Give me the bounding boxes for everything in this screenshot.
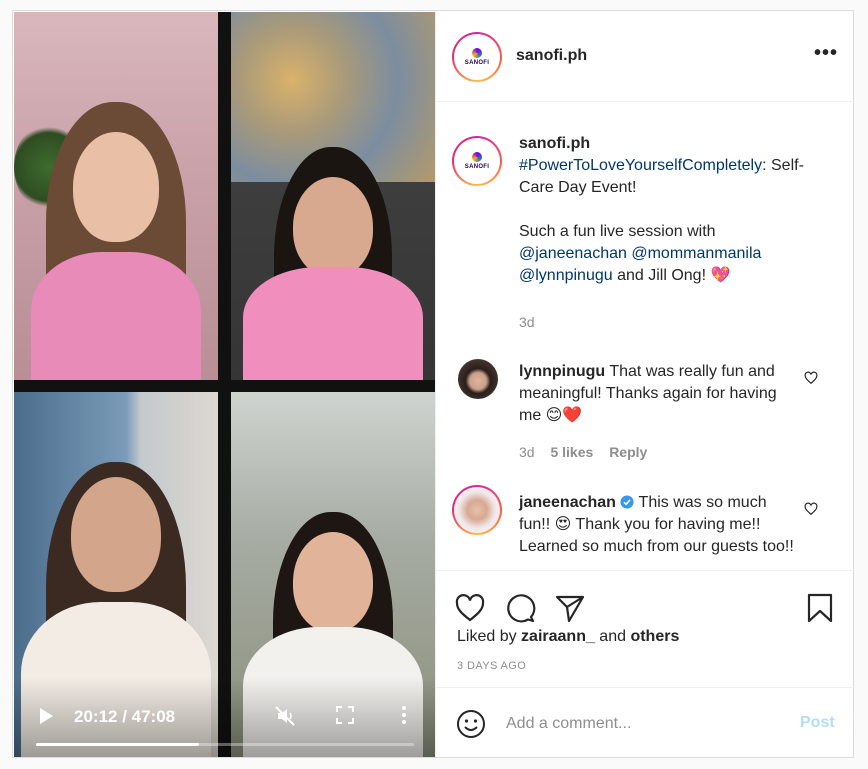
post-actions: Liked by zairaann_ and others 3 DAYS AGO… — [436, 570, 855, 757]
author-avatar[interactable]: SANOFI — [452, 32, 502, 82]
liked-by-others[interactable]: others — [630, 628, 679, 645]
add-comment-input[interactable] — [506, 710, 786, 738]
video-tile-host — [14, 12, 218, 380]
share-paper-plane-icon[interactable] — [554, 592, 586, 624]
smile-emoji: 😊 — [545, 407, 563, 424]
avatar-brand-text: SANOFI — [464, 164, 490, 170]
caption-mention[interactable]: @mommanmanila — [631, 245, 761, 262]
comment-meta: 3d 5 likes Reply — [519, 444, 647, 460]
heart-emoji: ❤️ — [562, 407, 583, 424]
video-controls: 20:12 / 47:08 — [14, 677, 435, 757]
caption-text-3: and Jill Ong! — [612, 267, 711, 284]
comment-body: janeenachan This was so much fun!! 😍 Tha… — [519, 492, 799, 558]
commenter-avatar[interactable] — [452, 485, 502, 535]
video-progress-bar[interactable] — [36, 743, 414, 746]
caption-username[interactable]: sanofi.ph — [519, 135, 590, 152]
caption-mention[interactable]: @janeenachan — [519, 245, 627, 262]
post-header: SANOFI sanofi.ph ••• — [436, 11, 855, 102]
video-time: 20:12 / 47:08 — [74, 707, 176, 726]
heart-eyes-emoji: 😍 — [554, 516, 572, 533]
sanofi-logo-icon — [472, 48, 482, 58]
heart-emoji: 💖 — [710, 267, 731, 284]
comment-likes[interactable]: 5 likes — [550, 444, 593, 460]
comment-body: lynnpinugu That was really fun and meani… — [519, 361, 799, 427]
comment-like-icon[interactable] — [804, 371, 818, 385]
post-caption: sanofi.ph #PowerToLoveYourselfCompletely… — [519, 133, 809, 287]
post-timestamp[interactable]: 3 DAYS AGO — [457, 660, 526, 672]
emoji-smile-icon[interactable] — [456, 709, 486, 739]
commenter-avatar[interactable] — [458, 359, 498, 399]
post-author-username[interactable]: sanofi.ph — [516, 47, 587, 65]
post-modal: 20:12 / 47:08 SANOFI sanofi.ph ••• SANOF… — [12, 10, 855, 758]
liked-by-summary: Liked by zairaann_ and others — [457, 628, 679, 646]
like-heart-icon[interactable] — [454, 592, 486, 624]
comment-username[interactable]: lynnpinugu — [519, 363, 605, 380]
comment-username[interactable]: janeenachan — [519, 494, 616, 511]
comment-reply-button[interactable]: Reply — [609, 444, 647, 460]
caption-mention[interactable]: @lynnpinugu — [519, 267, 613, 284]
save-bookmark-icon[interactable] — [804, 592, 836, 624]
video-tile-guest-1 — [231, 12, 435, 380]
play-icon[interactable] — [38, 707, 54, 725]
caption-text-2: Such a fun live session with — [519, 223, 716, 240]
add-comment-row: Post — [436, 687, 855, 758]
comment-like-icon[interactable] — [804, 502, 818, 516]
video-more-icon[interactable] — [400, 705, 408, 725]
more-options-icon[interactable]: ••• — [814, 43, 838, 63]
liked-by-and: and — [594, 628, 631, 645]
liked-by-prefix: Liked by — [457, 628, 522, 645]
post-comment-button[interactable]: Post — [800, 714, 835, 732]
post-details-panel: SANOFI sanofi.ph ••• SANOFI sanofi.ph #P… — [435, 11, 855, 757]
caption-hashtag[interactable]: #PowerToLoveYourselfCompletely — [519, 157, 762, 174]
caption-avatar[interactable]: SANOFI — [452, 136, 502, 186]
liked-by-user[interactable]: zairaann_ — [521, 628, 595, 645]
comment-timestamp[interactable]: 3d — [519, 444, 535, 460]
muted-icon[interactable] — [274, 705, 296, 727]
sanofi-logo-icon — [472, 152, 482, 162]
video-progress-fill — [36, 743, 199, 746]
caption-timestamp[interactable]: 3d — [519, 314, 535, 330]
live-video-player[interactable]: 20:12 / 47:08 — [14, 12, 435, 757]
avatar-brand-text: SANOFI — [464, 60, 490, 66]
comments-list[interactable]: SANOFI sanofi.ph #PowerToLoveYourselfCom… — [436, 103, 855, 570]
comment-bubble-icon[interactable] — [504, 592, 536, 624]
verified-badge-icon — [620, 495, 634, 509]
fullscreen-icon[interactable] — [336, 706, 354, 724]
